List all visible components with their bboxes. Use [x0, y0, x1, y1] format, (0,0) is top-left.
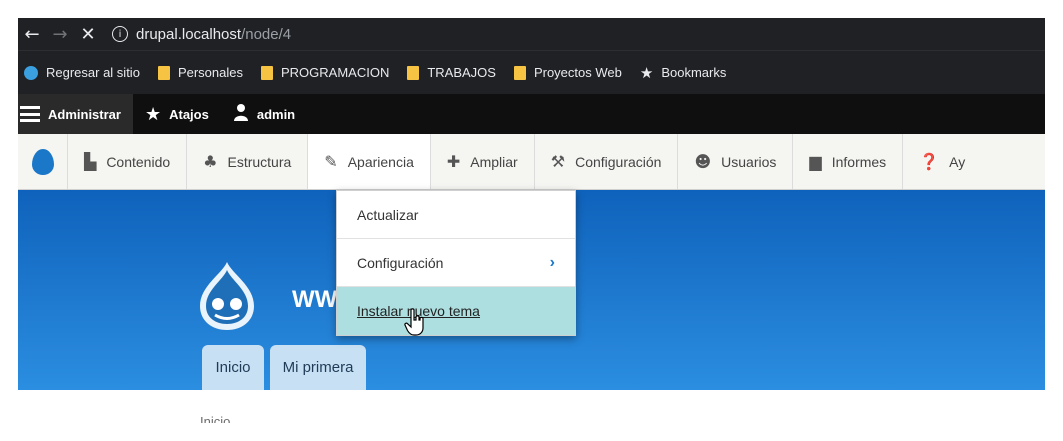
bookmark-label: Regresar al sitio: [46, 65, 140, 80]
admin-toolbar: Administrar ★ Atajos admin: [18, 94, 1045, 134]
menu-label: Apariencia: [347, 153, 414, 170]
file-icon: ▙: [84, 152, 97, 171]
drupal-logo-icon: [31, 148, 54, 175]
dropdown-item-instalar-nuevo-tema[interactable]: Instalar nuevo tema: [337, 287, 575, 335]
menu-apariencia[interactable]: ✎ Apariencia: [308, 134, 431, 189]
menu-ayuda[interactable]: ❓ Ay: [903, 134, 981, 189]
folder-icon: [260, 65, 273, 80]
back-button[interactable]: ←: [18, 20, 46, 48]
wrench-icon: ⚒: [550, 152, 566, 171]
bookmark-label: Personales: [177, 65, 243, 80]
menu-ampliar[interactable]: ✚ Ampliar: [431, 134, 535, 189]
menu-label: Ay: [949, 153, 966, 170]
menu-informes[interactable]: ▆ Informes: [793, 134, 904, 189]
tab-inicio[interactable]: Inicio: [202, 345, 264, 390]
toolbar-shortcuts-label: Atajos: [169, 106, 209, 122]
url-field[interactable]: i drupal.localhost/node/4: [112, 22, 291, 46]
toolbar-shortcuts[interactable]: ★ Atajos: [133, 94, 221, 134]
toolbar-manage[interactable]: Administrar: [18, 94, 133, 134]
bookmark-personales[interactable]: Personales: [157, 65, 243, 80]
help-icon: ❓: [919, 152, 940, 171]
hand-cursor-icon: [404, 308, 424, 336]
admin-menu-tray: ▙ Contenido ♣ Estructura ✎ Apariencia ✚ …: [18, 134, 1045, 190]
toolbar-user-label: admin: [256, 106, 296, 122]
drupal-home-link[interactable]: [18, 134, 68, 189]
menu-label: Estructura: [227, 153, 292, 170]
site-name[interactable]: WW: [292, 286, 337, 314]
url-host: drupal.localhost: [136, 25, 242, 43]
drupal-site-logo-icon[interactable]: [198, 260, 256, 332]
toolbar-user[interactable]: admin: [221, 94, 307, 134]
toolbar-manage-label: Administrar: [48, 106, 121, 122]
paintbrush-icon: ✎: [324, 152, 338, 171]
menu-label: Informes: [831, 153, 887, 170]
folder-icon: [513, 65, 526, 80]
menu-label: Contenido: [106, 153, 171, 170]
menu-estructura[interactable]: ♣ Estructura: [187, 134, 309, 189]
bar-chart-icon: ▆: [809, 152, 822, 171]
menu-label: Ampliar: [470, 153, 518, 170]
breadcrumb[interactable]: Inicio: [200, 414, 230, 423]
menu-contenido[interactable]: ▙ Contenido: [68, 134, 188, 189]
sitemap-icon: ♣: [203, 152, 218, 171]
chevron-right-icon: ›: [549, 253, 555, 271]
menu-label: Usuarios: [721, 153, 777, 170]
puzzle-icon: ✚: [446, 152, 461, 171]
bookmark-label: Bookmarks: [661, 65, 727, 80]
menu-configuracion[interactable]: ⚒ Configuración: [535, 134, 679, 189]
stop-loading-button[interactable]: ✕: [74, 20, 102, 48]
bookmark-proyectos-web[interactable]: Proyectos Web: [513, 65, 622, 80]
user-icon: [233, 103, 249, 126]
dropdown-item-configuracion[interactable]: Configuración ›: [337, 239, 575, 287]
url-path: /node/4: [241, 25, 292, 43]
menu-label: Configuración: [575, 153, 662, 170]
forward-button[interactable]: →: [46, 20, 74, 48]
appearance-dropdown: Actualizar Configuración › Instalar nuev…: [336, 190, 576, 336]
bookmark-label: TRABAJOS: [427, 65, 496, 80]
drupal-icon: [24, 65, 38, 80]
dropdown-label: Actualizar: [357, 206, 419, 223]
bookmark-label: PROGRAMACION: [280, 65, 390, 80]
dropdown-label: Configuración: [357, 254, 444, 271]
tab-mi-primera[interactable]: Mi primera: [270, 345, 366, 390]
info-icon[interactable]: i: [112, 26, 128, 42]
menu-usuarios[interactable]: ☻ Usuarios: [678, 134, 794, 189]
screen: ← → ✕ i drupal.localhost/node/4 Regresar…: [18, 18, 1045, 423]
folder-icon: [407, 65, 420, 80]
bookmark-trabajos[interactable]: TRABAJOS: [407, 65, 496, 80]
users-icon: ☻: [694, 152, 712, 171]
dropdown-item-actualizar[interactable]: Actualizar: [337, 191, 575, 239]
bookmarks-bar: Regresar al sitio Personales PROGRAMACIO…: [18, 50, 1045, 94]
bookmark-regresar[interactable]: Regresar al sitio: [24, 65, 140, 80]
bookmark-bookmarks[interactable]: ★ Bookmarks: [640, 64, 726, 82]
folder-icon: [157, 65, 170, 80]
bookmark-programacion[interactable]: PROGRAMACION: [260, 65, 390, 80]
star-icon: ★: [639, 63, 654, 82]
bookmark-label: Proyectos Web: [533, 65, 622, 80]
browser-address-bar: ← → ✕ i drupal.localhost/node/4: [18, 18, 1045, 50]
star-icon: ★: [144, 103, 162, 125]
hamburger-icon: [20, 106, 40, 122]
